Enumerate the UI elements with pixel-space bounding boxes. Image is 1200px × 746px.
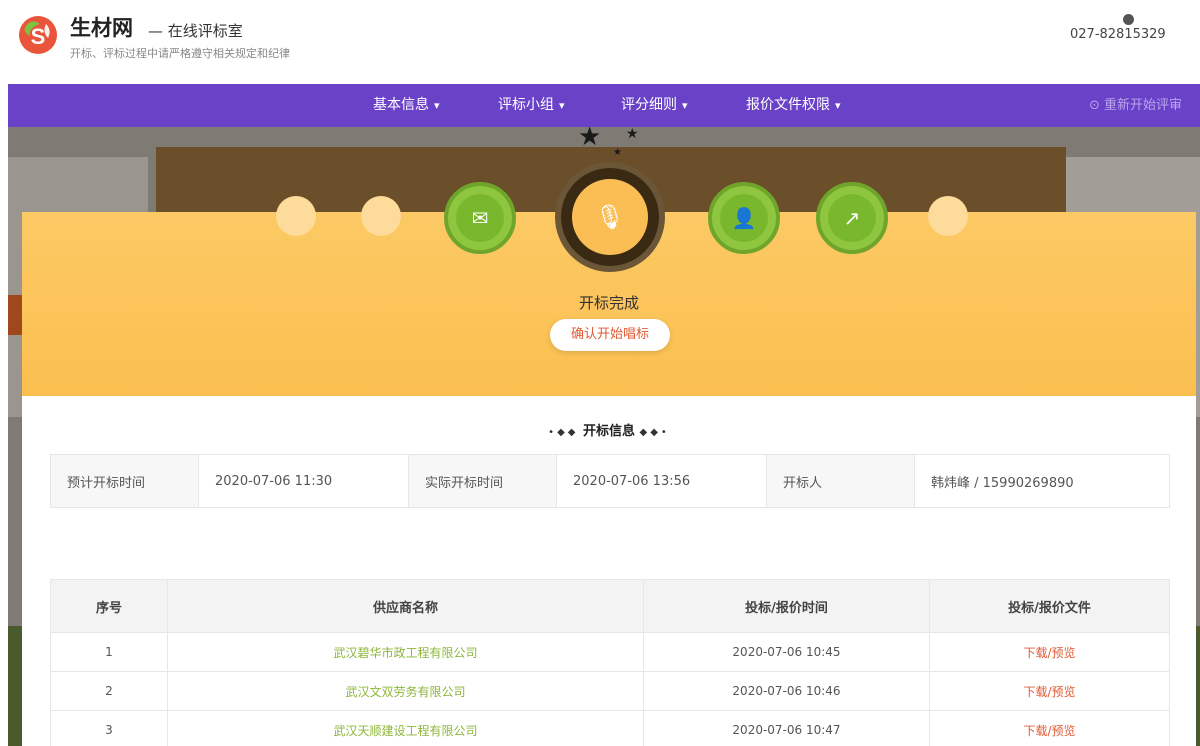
table-row: 预计开标时间 2020-07-06 11:30 实际开标时间 2020-07-0… (50, 454, 1170, 508)
download-preview-link[interactable]: 下载/预览 (929, 632, 1170, 672)
nav-item-eval-group[interactable]: 评标小组 ▾ (498, 84, 565, 127)
bid-time: 2020-07-06 10:46 (643, 671, 930, 711)
phone-number: 027-82815329 (1070, 27, 1166, 42)
logo-icon[interactable]: S (18, 12, 58, 58)
step-circle-pending (276, 196, 316, 236)
table-row: 1 武汉碧华市政工程有限公司 2020-07-06 10:45 下载/预览 (50, 632, 1170, 672)
chevron-down-icon: ▾ (835, 99, 841, 112)
step-circle-mail[interactable]: ✉ (444, 182, 516, 254)
brand-notice: 开标、评标过程中请严格遵守相关规定和纪律 (70, 47, 290, 60)
section-title: •◆◆ 开标信息 ◆◆• (22, 420, 1196, 439)
star-icon: ★ (613, 147, 622, 158)
bid-opening-card: 开标完成 确认开始唱标 •◆◆ 开标信息 ◆◆• 预计开标时间 2020-07-… (22, 212, 1196, 746)
planned-time-value: 2020-07-06 11:30 (198, 454, 409, 508)
opening-info-table: 预计开标时间 2020-07-06 11:30 实际开标时间 2020-07-0… (50, 454, 1170, 508)
chart-icon: ↗ (828, 194, 876, 242)
column-header: 序号 (50, 579, 168, 633)
nav-item-basic-info[interactable]: 基本信息 ▾ (373, 84, 440, 127)
nav-item-label: 评标小组 (498, 97, 554, 113)
chevron-down-icon: ▾ (434, 99, 440, 112)
actual-time-value: 2020-07-06 13:56 (556, 454, 767, 508)
table-row: 3 武汉天顺建设工程有限公司 2020-07-06 10:47 下载/预览 (50, 710, 1170, 746)
status-text: 开标完成 (578, 294, 639, 312)
download-preview-link[interactable]: 下载/预览 (929, 671, 1170, 711)
decorative-dots: •◆◆ (548, 427, 579, 438)
section-title-label: 开标信息 (582, 424, 635, 439)
nav-item-scoring-rules[interactable]: 评分细则 ▾ (621, 84, 688, 127)
user-icon: 👤 (720, 194, 768, 242)
nav-item-label: 评分细则 (621, 97, 677, 113)
supplier-name[interactable]: 武汉碧华市政工程有限公司 (167, 632, 644, 672)
supplier-name[interactable]: 武汉文双劳务有限公司 (167, 671, 644, 711)
opener-label: 开标人 (766, 454, 915, 508)
chevron-down-icon: ▾ (559, 99, 565, 112)
step-circle-pending (361, 196, 401, 236)
star-icon: ★ (578, 122, 602, 152)
star-icon: ★ (626, 126, 639, 142)
column-header: 投标/报价文件 (929, 579, 1170, 633)
row-number: 1 (50, 632, 168, 672)
row-number: 2 (50, 671, 168, 711)
restart-review-button[interactable]: ⊙ 重新开始评审 (1089, 84, 1182, 127)
step-circle-user[interactable]: 👤 (708, 182, 780, 254)
row-number: 3 (50, 710, 168, 746)
nav-item-label: 基本信息 (373, 97, 429, 113)
bid-time: 2020-07-06 10:45 (643, 632, 930, 672)
supplier-table: 序号 供应商名称 投标/报价时间 投标/报价文件 1 武汉碧华市政工程有限公司 … (50, 579, 1170, 746)
header: S 生材网 — 在线评标室 开标、评标过程中请严格遵守相关规定和纪律 027-8… (0, 0, 1200, 82)
phone-icon (1123, 14, 1134, 25)
brand-name: 生材网 (70, 16, 133, 40)
chevron-down-icon: ▾ (682, 99, 688, 112)
actual-time-label: 实际开标时间 (408, 454, 557, 508)
svg-text:S: S (31, 24, 46, 49)
step-circle-active[interactable]: 🎙 (555, 162, 665, 272)
table-header-row: 序号 供应商名称 投标/报价时间 投标/报价文件 (50, 579, 1170, 633)
main-nav: 基本信息 ▾ 评标小组 ▾ 评分细则 ▾ 报价文件权限 ▾ ⊙ 重新开始评审 (8, 84, 1200, 127)
mail-icon: ✉ (456, 194, 504, 242)
nav-item-quote-permissions[interactable]: 报价文件权限 ▾ (746, 84, 841, 127)
download-preview-link[interactable]: 下载/预览 (929, 710, 1170, 746)
nav-item-label: 报价文件权限 (746, 97, 830, 113)
supplier-name[interactable]: 武汉天顺建设工程有限公司 (167, 710, 644, 746)
step-circle-pending (928, 196, 968, 236)
table-row: 2 武汉文双劳务有限公司 2020-07-06 10:46 下载/预览 (50, 671, 1170, 711)
column-header: 投标/报价时间 (643, 579, 930, 633)
confirm-start-button[interactable]: 确认开始唱标 (550, 319, 670, 351)
step-circle-chart[interactable]: ↗ (816, 182, 888, 254)
brand-subtitle: — 在线评标室 (148, 22, 243, 40)
column-header: 供应商名称 (167, 579, 644, 633)
bid-time: 2020-07-06 10:47 (643, 710, 930, 746)
opener-value: 韩炜峰 / 15990269890 (914, 454, 1170, 508)
decorative-dots: ◆◆• (639, 427, 670, 438)
microphone-icon: 🎙 (572, 179, 648, 255)
planned-time-label: 预计开标时间 (50, 454, 199, 508)
